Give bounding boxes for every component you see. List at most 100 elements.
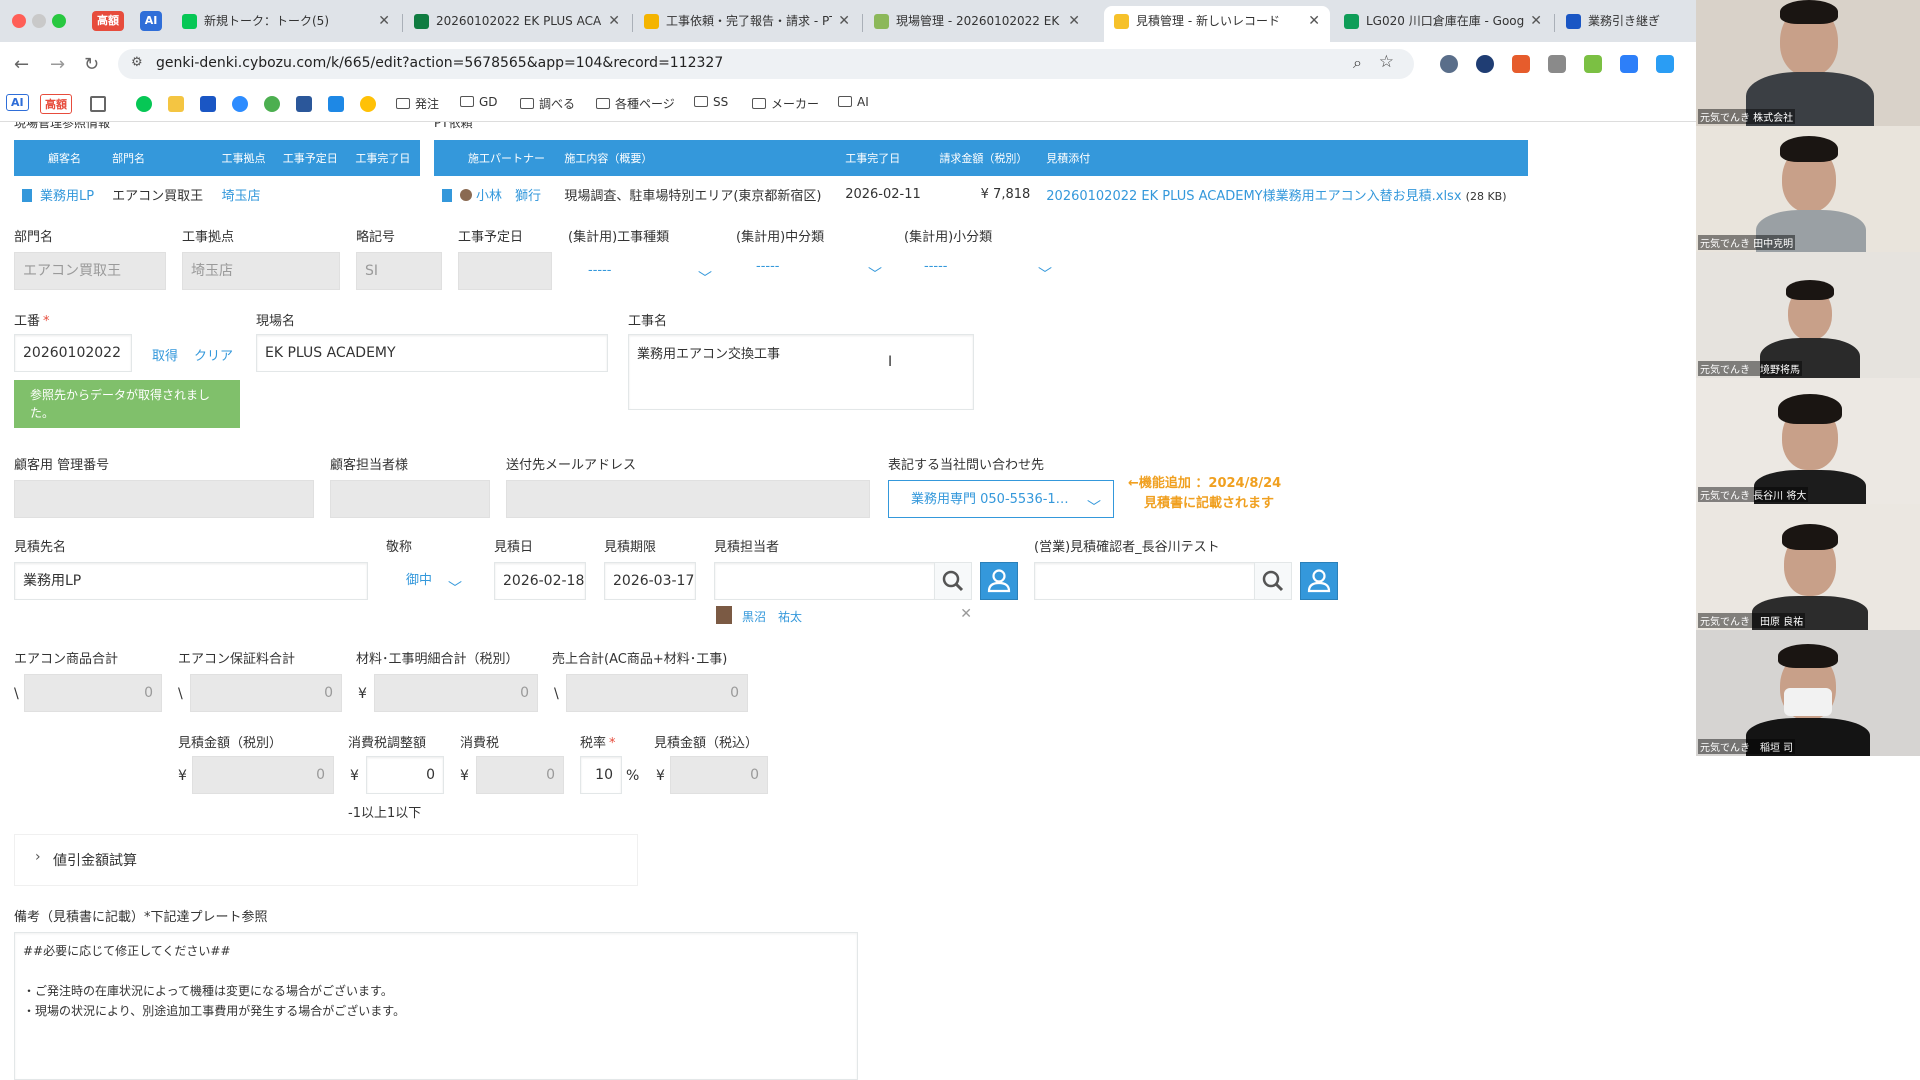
tantou-input[interactable] <box>714 562 936 600</box>
type2-select[interactable]: ----- ﹀ <box>746 248 894 286</box>
table-cell[interactable]: 業務用LP <box>14 176 104 212</box>
table-cell: 現場調査、駐車場特別エリア(東京都新宿区) <box>564 188 822 204</box>
mitsumori-saki-input[interactable]: 業務用LP <box>14 562 368 600</box>
bookmark-star-icon[interactable]: ☆ <box>1379 52 1394 72</box>
pinned-tab-kougaku[interactable]: 高額 <box>92 11 124 31</box>
bookmark-icon[interactable] <box>200 96 216 112</box>
kouji-textarea[interactable]: 業務用エアコン交換工事 <box>628 334 974 410</box>
participant-name: 元気でんき 稲垣 司 <box>1698 739 1796 754</box>
close-icon[interactable]: ✕ <box>1530 6 1542 36</box>
tab-label: 新規トーク：トーク(5) <box>204 14 329 28</box>
back-icon[interactable]: ← <box>14 54 29 75</box>
extension-icon[interactable] <box>1548 55 1566 73</box>
bookmark-folder-ai[interactable]: AI <box>838 95 869 109</box>
bookmark-ai-badge[interactable]: AI <box>6 94 29 111</box>
tab-excel-estimate[interactable]: 20260102022 EK PLUS ACA ✕ <box>404 6 630 42</box>
bookmark-icon[interactable] <box>232 96 248 112</box>
url-input[interactable]: ⚙ genki-denki.cybozu.com/k/665/edit?acti… <box>118 49 1414 79</box>
bookmark-folder-search[interactable]: 調べる <box>520 95 575 112</box>
close-icon[interactable]: ✕ <box>838 6 850 36</box>
kouban-input[interactable]: 20260102022 <box>14 334 132 372</box>
bookmark-icon[interactable] <box>168 96 184 112</box>
bookmark-folder-pages[interactable]: 各種ページ <box>596 95 675 112</box>
minimize-window-button[interactable] <box>32 14 46 28</box>
participant-tile[interactable]: 元気でんき 田原 良祐 <box>1696 504 1920 630</box>
select-value: ----- <box>756 259 780 274</box>
customer-link[interactable]: 業務用LP <box>40 189 94 204</box>
bookmark-icon[interactable] <box>360 96 376 112</box>
participant-tile[interactable]: 元気でんき 長谷川 将大 <box>1696 378 1920 504</box>
attachment-link[interactable]: 20260102022 EK PLUS ACADEMY様業務用エアコン入替お見積… <box>1046 189 1461 204</box>
kouban-get-link[interactable]: 取得 <box>152 345 178 364</box>
type3-select[interactable]: ----- ﹀ <box>914 248 1064 286</box>
participant-tile[interactable]: 元気でんき 稲垣 司 <box>1696 630 1920 756</box>
kakunin-user-select-button[interactable] <box>1300 562 1338 600</box>
type1-select[interactable]: ----- ﹀ <box>578 252 724 290</box>
selected-user-name[interactable]: 黒沼 祐太 <box>742 608 802 625</box>
video-call-panel: 元気でんき 株式会社 元気でんき 田中克明 元気でんき 境野将馬 元気でんき 長… <box>1696 0 1920 1080</box>
table-cell[interactable]: 小林 獅行 <box>434 176 556 212</box>
tab-handover[interactable]: 業務引き継ぎ <box>1556 6 1696 42</box>
table-header: 見積添付 <box>1038 140 1528 176</box>
base-link[interactable]: 埼玉店 <box>221 189 260 204</box>
kakunin-search-button[interactable] <box>1254 562 1292 600</box>
close-icon[interactable]: ✕ <box>608 6 620 36</box>
table-header: 請求金額（税別） <box>931 140 1039 176</box>
genba-input[interactable]: EK PLUS ACADEMY <box>256 334 608 372</box>
partner-link[interactable]: 小林 獅行 <box>476 189 541 204</box>
participant-tile[interactable]: 元気でんき 株式会社 <box>1696 0 1920 126</box>
kouban-clear-link[interactable]: クリア <box>194 345 233 364</box>
extension-icon[interactable] <box>1476 55 1494 73</box>
extension-icon[interactable] <box>1656 55 1674 73</box>
tab-line-talk[interactable]: 新規トーク：トーク(5) ✕ <box>172 6 400 42</box>
tax-adj-input[interactable]: 0 <box>366 756 444 794</box>
bookmark-kougaku-badge[interactable]: 高額 <box>40 94 72 114</box>
remarks-textarea[interactable]: ##必要に応じて修正してください## ・ご発注時の在庫状況によって機種は変更にな… <box>14 932 858 1080</box>
extension-icon[interactable] <box>1512 55 1530 73</box>
document-icon[interactable] <box>442 188 452 202</box>
document-icon[interactable] <box>22 188 32 202</box>
forward-icon[interactable]: → <box>50 54 65 75</box>
bookmark-folder-ss[interactable]: SS <box>694 95 728 109</box>
maximize-window-button[interactable] <box>52 14 66 28</box>
kakunin-input[interactable] <box>1034 562 1256 600</box>
table-cell: 2026-02-11 <box>845 186 921 202</box>
tantou-user-select-button[interactable] <box>980 562 1018 600</box>
tantou-search-button[interactable] <box>934 562 972 600</box>
bookmark-folder-maker[interactable]: メーカー <box>752 95 819 112</box>
contact-select[interactable]: 業務用専門 050-5536-1… ﹀ <box>888 480 1114 518</box>
chevron-down-icon: ﹀ <box>1038 267 1052 283</box>
pinned-tab-ai[interactable]: AI <box>140 11 162 31</box>
apps-grid-icon[interactable] <box>90 96 106 112</box>
extension-icon[interactable] <box>1620 55 1638 73</box>
zoom-icon[interactable]: ⌕ <box>1353 53 1362 73</box>
client-person-field <box>330 480 490 518</box>
participant-tile[interactable]: 元気でんき 境野将馬 <box>1696 252 1920 378</box>
bookmark-folder-gd[interactable]: GD <box>460 95 498 109</box>
close-icon[interactable]: ✕ <box>1308 6 1320 36</box>
discount-group[interactable]: › 値引金額試算 <box>14 834 638 886</box>
reload-icon[interactable]: ↻ <box>84 54 99 75</box>
tab-construction-request[interactable]: 工事依頼・完了報告・請求 - PT ✕ <box>634 6 860 42</box>
remove-user-icon[interactable]: ✕ <box>960 606 972 622</box>
tab-google-sheet-stock[interactable]: LG020 川口倉庫在庫 - Goog ✕ <box>1334 6 1552 42</box>
site-info-icon[interactable]: ⚙ <box>131 55 143 70</box>
bookmark-icon[interactable] <box>296 96 312 112</box>
tab-estimate-management[interactable]: 見積管理 - 新しいレコード ✕ <box>1104 6 1330 42</box>
participant-tile[interactable]: 元気でんき 田中克明 <box>1696 126 1920 252</box>
keisho-select[interactable]: 御中 ﹀ <box>396 562 474 600</box>
extension-icon[interactable] <box>1440 55 1458 73</box>
close-icon[interactable]: ✕ <box>378 6 390 36</box>
tab-site-management[interactable]: 現場管理 - 20260102022 EK P ✕ <box>864 6 1090 42</box>
bookmark-icon[interactable] <box>328 96 344 112</box>
table-header: 工事予定日 <box>274 140 348 176</box>
bookmark-folder-order[interactable]: 発注 <box>396 95 439 112</box>
rate-input[interactable]: 10 <box>580 756 622 794</box>
close-window-button[interactable] <box>12 14 26 28</box>
mitsumori-bi-input[interactable]: 2026-02-18 <box>494 562 586 600</box>
extension-icon[interactable] <box>1584 55 1602 73</box>
kigen-input[interactable]: 2026-03-17 <box>604 562 696 600</box>
bookmark-icon[interactable] <box>264 96 280 112</box>
line-icon[interactable] <box>136 96 152 112</box>
close-icon[interactable]: ✕ <box>1068 6 1080 36</box>
